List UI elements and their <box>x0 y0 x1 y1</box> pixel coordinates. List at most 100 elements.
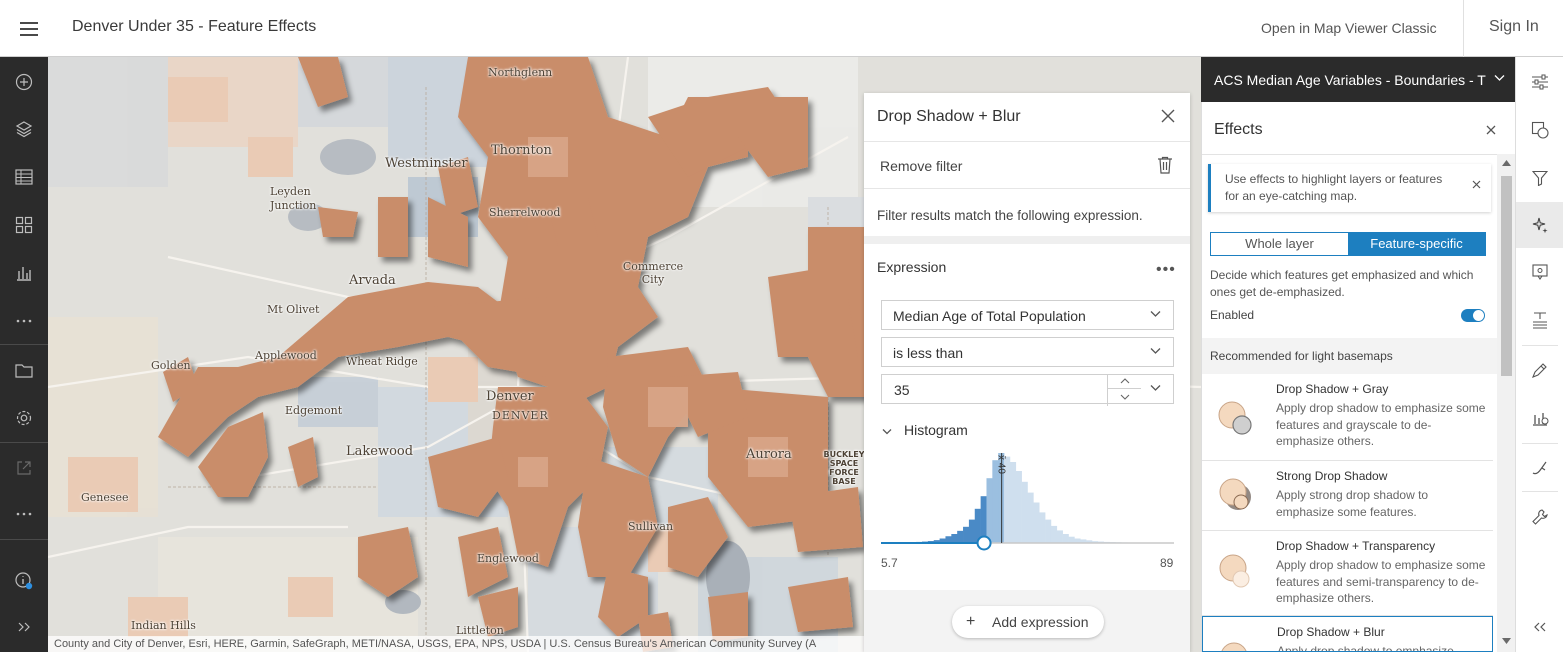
effect-preview-icon <box>1218 401 1252 435</box>
expression-more-icon[interactable]: ••• <box>1156 261 1176 279</box>
settings-icon[interactable] <box>0 395 48 441</box>
whole-layer-option[interactable]: Whole layer <box>1211 233 1348 255</box>
map-label: Golden <box>151 359 191 372</box>
effect-card-title: Strong Drop Shadow <box>1276 469 1388 483</box>
more-icon[interactable] <box>0 491 48 537</box>
map-label: Englewood <box>477 552 539 565</box>
scroll-down-icon[interactable] <box>1502 638 1511 644</box>
labels-icon[interactable] <box>1516 297 1563 343</box>
close-icon[interactable] <box>1472 180 1481 189</box>
folder-icon[interactable] <box>0 347 48 393</box>
layers-icon[interactable] <box>0 106 48 152</box>
effect-card-drop-shadow-transparency[interactable]: Drop Shadow + Transparency Apply drop sh… <box>1202 531 1493 616</box>
basemap-icon[interactable] <box>0 202 48 248</box>
operator-select[interactable]: is less than <box>881 337 1174 367</box>
scrollbar-thumb[interactable] <box>1501 176 1512 376</box>
effect-card-drop-shadow-blur[interactable]: Drop Shadow + Blur Apply drop shadow to … <box>1202 616 1493 652</box>
add-expression-label: Add expression <box>992 614 1089 630</box>
styles-icon[interactable] <box>1516 107 1563 153</box>
histogram-slider-handle[interactable] <box>976 535 992 551</box>
map-title: Denver Under 35 - Feature Effects <box>72 18 317 35</box>
stepper-up-icon[interactable] <box>1108 374 1141 389</box>
properties-icon[interactable] <box>1516 59 1563 105</box>
histogram-chart[interactable]: x̄ 40 <box>881 448 1174 558</box>
enabled-label: Enabled <box>1210 308 1255 322</box>
effect-card-strong-drop-shadow[interactable]: Strong Drop Shadow Apply strong drop sha… <box>1202 461 1493 531</box>
value-input[interactable]: 35 <box>881 374 1174 406</box>
map-label: Lakewood <box>346 444 414 459</box>
toolbar-divider <box>0 344 48 345</box>
sketch-icon[interactable] <box>1516 347 1563 393</box>
add-icon[interactable] <box>0 59 48 105</box>
info-icon[interactable] <box>0 558 48 604</box>
map-label: Aurora <box>746 447 792 462</box>
map-label: Sullivan <box>628 520 674 533</box>
close-icon[interactable] <box>1486 123 1496 138</box>
value-input-text: 35 <box>894 382 910 398</box>
collapse-icon[interactable] <box>1516 604 1563 650</box>
effects-icon[interactable] <box>1516 202 1563 248</box>
remove-filter-button[interactable]: Remove filter <box>880 158 962 174</box>
popups-icon[interactable] <box>1516 249 1563 295</box>
table-icon[interactable] <box>0 154 48 200</box>
field-select-value: Median Age of Total Population <box>893 308 1086 324</box>
app-header: Denver Under 35 - Feature Effects Open i… <box>0 0 1563 57</box>
stepper-down-icon[interactable] <box>1108 389 1141 404</box>
notice-text: Use effects to highlight layers or featu… <box>1225 172 1443 203</box>
histogram-bar <box>1050 525 1058 543</box>
right-toolbar <box>1515 57 1563 652</box>
field-select[interactable]: Median Age of Total Population <box>881 300 1174 330</box>
histogram-bar <box>986 478 993 543</box>
number-stepper[interactable] <box>1107 374 1141 406</box>
histogram-label: Histogram <box>904 422 968 438</box>
expand-icon[interactable] <box>0 604 48 650</box>
effect-card-description: Apply drop shadow to emphasize <box>1277 644 1454 652</box>
scroll-up-icon[interactable] <box>1502 160 1511 166</box>
histogram-bar <box>945 536 952 543</box>
histogram-bar <box>951 534 958 543</box>
map-label: Leyden Junction <box>270 185 317 212</box>
toolbar-divider <box>1522 345 1558 346</box>
effect-card-description: Apply drop shadow to emphasize some feat… <box>1276 401 1486 448</box>
trash-icon[interactable] <box>1157 156 1173 177</box>
histogram-bar <box>1068 536 1075 543</box>
expression-label: Expression <box>877 259 947 275</box>
chart-icon[interactable] <box>0 250 48 296</box>
menu-icon[interactable] <box>0 0 57 57</box>
sign-in-button[interactable]: Sign In <box>1489 18 1539 36</box>
layer-selector[interactable]: ACS Median Age Variables - Boundaries - … <box>1201 57 1515 102</box>
fields-icon[interactable] <box>1516 395 1563 441</box>
chevron-down-icon[interactable] <box>1150 384 1161 392</box>
map-label: Sherrelwood <box>489 206 561 219</box>
close-icon[interactable] <box>1161 109 1175 123</box>
open-in-classic-link[interactable]: Open in Map Viewer Classic <box>1261 20 1437 36</box>
enabled-toggle[interactable] <box>1461 309 1485 322</box>
histogram-bar <box>957 530 964 543</box>
operator-select-value: is less than <box>893 345 964 361</box>
share-icon[interactable] <box>0 445 48 491</box>
remove-filter-row: Remove filter <box>864 141 1190 189</box>
feature-specific-option[interactable]: Feature-specific <box>1348 233 1485 255</box>
toolbar-divider <box>1522 443 1558 444</box>
histogram-bar <box>1009 462 1017 543</box>
filter-icon[interactable] <box>1516 155 1563 201</box>
map-label: Northglenn <box>488 66 553 79</box>
histogram-bar <box>1015 471 1022 543</box>
map-label: Commerce City <box>622 260 684 286</box>
map-label: Thornton <box>491 143 552 158</box>
histogram-bar <box>1027 492 1034 543</box>
more-icon[interactable] <box>0 298 48 344</box>
add-expression-button[interactable]: + Add expression <box>952 606 1104 638</box>
effects-scrollbar[interactable] <box>1497 154 1516 652</box>
tools-icon[interactable] <box>1516 494 1563 540</box>
left-toolbar <box>0 57 48 652</box>
toolbar-divider <box>1522 491 1558 492</box>
histogram-bar <box>1045 519 1052 543</box>
histogram-toggle[interactable]: Histogram <box>882 422 968 438</box>
effect-card-drop-shadow-gray[interactable]: Drop Shadow + Gray Apply drop shadow to … <box>1202 374 1493 461</box>
chevron-down-icon <box>1150 311 1161 317</box>
effect-preview-icon <box>1219 478 1251 510</box>
edit-icon[interactable] <box>1516 445 1563 491</box>
plus-icon: + <box>966 613 976 630</box>
histogram-bar <box>1062 534 1069 543</box>
